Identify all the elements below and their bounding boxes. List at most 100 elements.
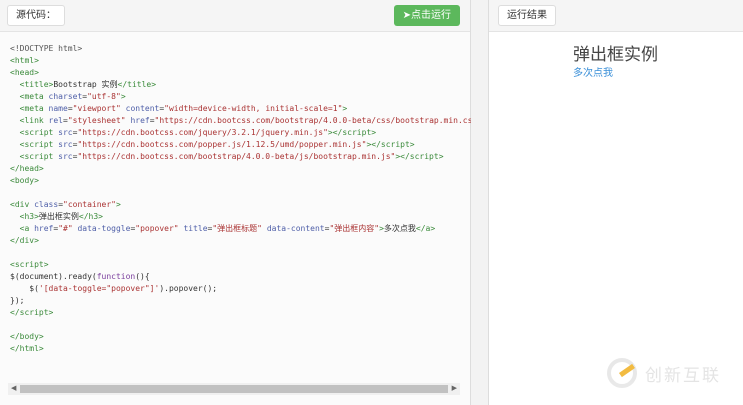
code-token: <h3> — [19, 212, 39, 221]
source-toolbar: 源代码： ➤点击运行 — [0, 0, 470, 32]
code-token: </body> — [10, 332, 44, 341]
code-token: "https://cdn.bootcss.com/popper.js/1.12.… — [77, 140, 367, 149]
code-line: </div> — [10, 235, 482, 247]
code-token: class — [34, 200, 59, 209]
code-token: href — [125, 116, 150, 125]
code-line: </body> — [10, 331, 482, 343]
code-token: <script — [19, 152, 59, 161]
code-line: <head> — [10, 67, 482, 79]
code-line: <script src="https://cdn.bootcss.com/jqu… — [10, 127, 482, 139]
code-token: <title> — [19, 80, 54, 89]
code-token: </h3> — [78, 212, 103, 221]
code-token: "#" — [58, 224, 73, 233]
code-token: "width=device-width, initial-scale=1" — [164, 104, 343, 113]
result-heading: 弹出框实例 — [573, 45, 658, 65]
code-line: </script> — [10, 307, 482, 319]
code-line: <meta name="viewport" content="width=dev… — [10, 103, 482, 115]
code-line: <meta charset="utf-8"> — [10, 91, 482, 103]
splitter[interactable] — [471, 0, 488, 405]
code-line: </html> — [10, 343, 482, 355]
code-token: charset — [48, 92, 83, 101]
code-token: <script — [19, 140, 59, 149]
code-line: <script src="https://cdn.bootcss.com/boo… — [10, 151, 482, 163]
code-token: name — [48, 104, 68, 113]
code-token: ></script> — [327, 128, 377, 137]
code-line: <!DOCTYPE html> — [10, 43, 482, 55]
code-line: <script src="https://cdn.bootcss.com/pop… — [10, 139, 482, 151]
code-token: </a> — [415, 224, 436, 233]
run-button[interactable]: ➤点击运行 — [393, 5, 460, 26]
scrollbar-thumb[interactable] — [20, 385, 448, 393]
code-token: > — [120, 92, 126, 101]
code-token: ></script> — [366, 140, 415, 149]
code-token: ></script> — [395, 152, 444, 161]
code-line: $(document).ready(function(){ — [10, 271, 482, 283]
code-token: }); — [10, 296, 25, 305]
horizontal-scrollbar[interactable]: ◀ ▶ — [8, 383, 460, 395]
run-label: 点击运行 — [411, 10, 451, 21]
result-toolbar: 运行结果 — [489, 0, 743, 32]
code-token: 多次点我 — [383, 224, 416, 233]
code-token: href — [34, 224, 54, 233]
code-token: "viewport" — [72, 104, 121, 113]
code-line: <html> — [10, 55, 482, 67]
code-token: <!DOCTYPE html> — [10, 44, 83, 53]
code-token: <div — [10, 200, 35, 209]
paper-plane-icon: ➤ — [402, 10, 411, 21]
code-token: src — [58, 128, 73, 137]
logo-icon — [607, 358, 637, 388]
code-token: <script> — [10, 260, 49, 269]
source-code-label: 源代码： — [7, 5, 65, 26]
code-token: "https://cdn.bootcss.com/jquery/3.2.1/jq… — [77, 128, 328, 137]
code-token: rel — [48, 116, 63, 125]
code-token: "https://cdn.bootcss.com/bootstrap/4.0.0… — [154, 116, 483, 125]
code-token: </title> — [117, 80, 157, 89]
code-token: $(document).ready( — [10, 272, 97, 281]
code-token: data-toggle — [72, 224, 131, 233]
popover-link[interactable]: 多次点我 — [573, 64, 613, 79]
code-token: "https://cdn.bootcss.com/bootstrap/4.0.0… — [77, 152, 396, 161]
code-editor[interactable]: <!DOCTYPE html> <html> <head> <title>Boots… — [10, 43, 482, 355]
code-token: </head> — [10, 164, 44, 173]
code-token: <meta — [19, 104, 49, 113]
watermark-logo: 创新互联 — [607, 358, 721, 388]
code-token: src — [58, 140, 73, 149]
code-token: </script> — [10, 308, 54, 317]
code-line: <script> — [10, 259, 482, 271]
code-line: <body> — [10, 175, 482, 187]
code-line: <h3>弹出框实例</h3> — [10, 211, 482, 223]
code-token: <script — [19, 128, 59, 137]
code-token: > — [342, 104, 348, 113]
code-line: <a href="#" data-toggle="popover" title=… — [10, 223, 482, 235]
run-result-label: 运行结果 — [498, 5, 556, 26]
code-token: (){ — [135, 272, 150, 281]
code-token: function — [96, 272, 136, 281]
code-line: <title>Bootstrap 实例</title> — [10, 79, 482, 91]
code-token: Bootstrap 实例 — [53, 80, 118, 89]
scroll-right-icon[interactable]: ▶ — [452, 383, 457, 395]
code-token: "弹出框内容" — [329, 224, 380, 233]
scroll-left-icon[interactable]: ◀ — [11, 383, 16, 395]
code-token: <a — [19, 224, 35, 233]
code-token: "stylesheet" — [67, 116, 126, 125]
code-token: > — [116, 200, 121, 209]
code-token: title — [178, 224, 208, 233]
code-token: <body> — [10, 176, 39, 185]
code-token: content — [120, 104, 160, 113]
code-line: }); — [10, 295, 482, 307]
watermark-text: 创新互联 — [645, 365, 721, 385]
code-token: </html> — [10, 344, 44, 353]
code-line: $('[data-toggle="popover"]').popover(); — [10, 283, 482, 295]
code-line: <link rel="stylesheet" href="https://cdn… — [10, 115, 482, 127]
code-token: "container" — [63, 200, 116, 209]
result-panel: 运行结果 弹出框实例 多次点我 — [488, 0, 743, 405]
